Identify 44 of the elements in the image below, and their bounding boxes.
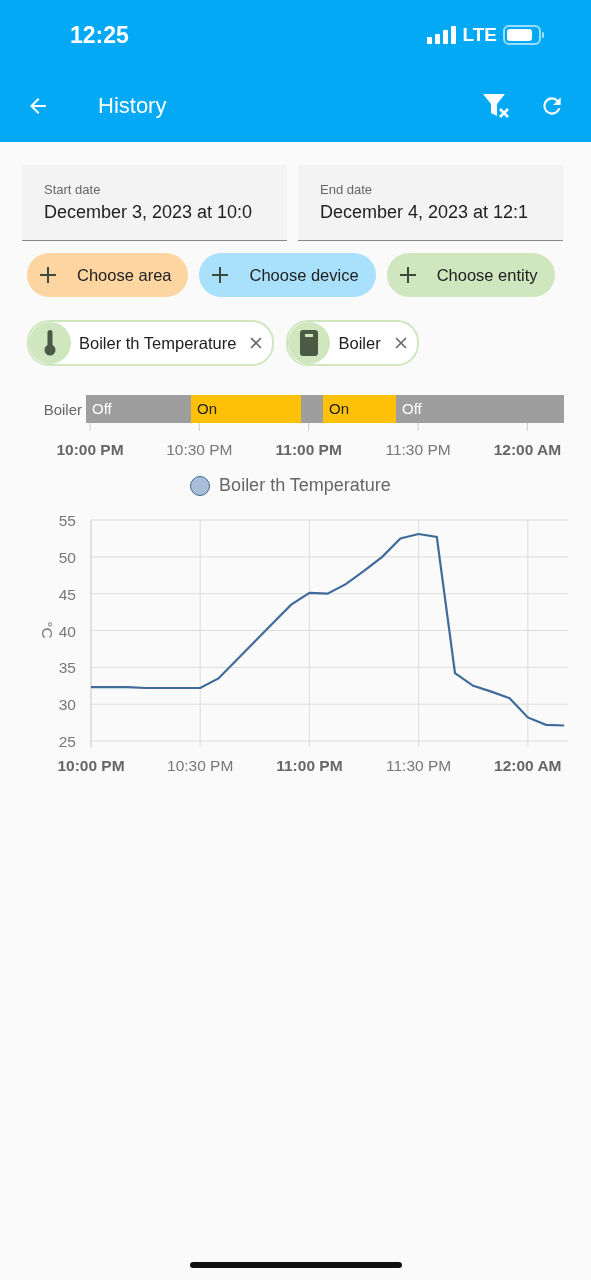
x-tick-label: 11:00 PM <box>276 757 343 774</box>
picker-chip[interactable]: Choose area <box>27 253 189 297</box>
picker-chip[interactable]: Choose entity <box>386 253 555 297</box>
remove-icon[interactable] <box>250 337 263 349</box>
date-field[interactable]: Start date December 3, 2023 at 10:0 <box>22 165 287 241</box>
signal-icon <box>426 26 457 44</box>
time-tick-label: 11:30 PM <box>385 441 451 458</box>
status-time: 12:25 <box>70 21 129 49</box>
plus-icon <box>398 266 417 284</box>
x-tick-label: 12:00 AM <box>494 757 562 774</box>
y-tick-label: 40 <box>58 622 76 640</box>
y-axis-title: °C <box>39 621 56 639</box>
y-tick-label: 50 <box>58 548 76 566</box>
legend-label[interactable]: Boiler th Temperature <box>219 475 391 496</box>
x-tick-label: 10:30 PM <box>167 757 234 774</box>
y-tick-label: 55 <box>58 512 76 529</box>
battery-icon <box>503 25 545 45</box>
y-tick-label: 25 <box>58 733 76 750</box>
y-tick-label: 30 <box>58 696 76 714</box>
y-tick-label: 35 <box>58 659 76 677</box>
page-title: History <box>98 93 168 119</box>
entity-chip[interactable]: Boiler th Temperature <box>27 320 275 366</box>
time-tick-label: 12:00 AM <box>493 441 562 458</box>
y-tick-label: 45 <box>58 585 76 603</box>
time-tick-label: 10:30 PM <box>166 441 233 458</box>
device-icon <box>300 330 319 356</box>
time-tick-label: 11:00 PM <box>275 441 342 458</box>
timeline-entity-label: Boiler <box>42 400 83 418</box>
plus-icon <box>211 266 230 284</box>
picker-chip[interactable]: Choose device <box>199 253 376 297</box>
date-field[interactable]: End date December 4, 2023 at 12:1 <box>298 165 563 241</box>
timeline-segment: On <box>323 395 396 423</box>
time-tick-label: 10:00 PM <box>56 441 124 458</box>
remove-icon[interactable] <box>394 337 407 349</box>
timeline-segment: Off <box>396 395 564 423</box>
timeline-segment: On <box>191 395 301 423</box>
entity-chip[interactable]: Boiler <box>286 320 419 366</box>
timeline-segment: Off <box>86 395 191 423</box>
network-label: LTE <box>462 24 497 46</box>
x-tick-label: 11:30 PM <box>386 757 452 774</box>
thermometer-icon <box>44 330 56 356</box>
x-tick-label: 10:00 PM <box>57 757 125 774</box>
plus-icon <box>39 266 57 284</box>
legend-dot[interactable] <box>190 475 211 496</box>
